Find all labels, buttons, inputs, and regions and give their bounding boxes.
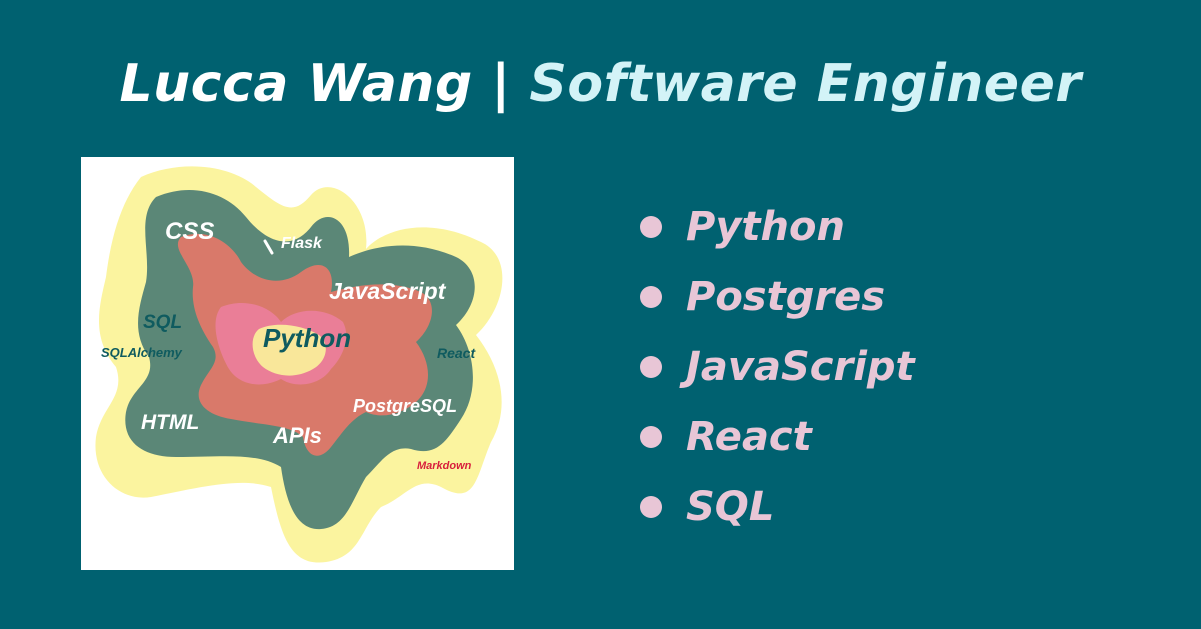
skill-item-react: React [640,406,915,476]
skill-label: JavaScript [686,344,915,390]
bullet-icon [640,356,662,378]
skill-item-python: Python [640,196,915,266]
skill-label: Postgres [686,274,886,320]
word-postgresql: PostgreSQL [353,396,457,416]
skill-label: SQL [686,484,775,530]
word-apis: APIs [272,423,322,448]
title-separator: | [491,54,511,114]
skills-word-cloud-image: CSS Flask JavaScript SQL Python SQLAlche… [81,157,514,570]
page-title: Lucca Wang | Software Engineer [0,54,1201,114]
bullet-icon [640,216,662,238]
word-react: React [437,345,476,361]
word-javascript: JavaScript [329,278,447,304]
skill-item-javascript: JavaScript [640,336,915,406]
skill-item-sql: SQL [640,476,915,546]
word-markdown: Markdown [417,460,472,472]
skill-item-postgres: Postgres [640,266,915,336]
word-css: CSS [165,218,214,245]
bullet-icon [640,426,662,448]
word-sql: SQL [143,312,182,333]
skill-label: React [686,414,812,460]
title-name: Lucca Wang [119,54,473,114]
word-html: HTML [141,411,199,434]
skill-label: Python [686,204,845,250]
bullet-icon [640,496,662,518]
word-python: Python [263,323,351,353]
word-sqlalchemy: SQLAlchemy [101,345,183,360]
word-cloud-art: CSS Flask JavaScript SQL Python SQLAlche… [95,166,503,563]
bullet-icon [640,286,662,308]
title-role: Software Engineer [529,54,1082,114]
word-flask: Flask [281,235,323,252]
skills-list: Python Postgres JavaScript React SQL [640,196,915,546]
